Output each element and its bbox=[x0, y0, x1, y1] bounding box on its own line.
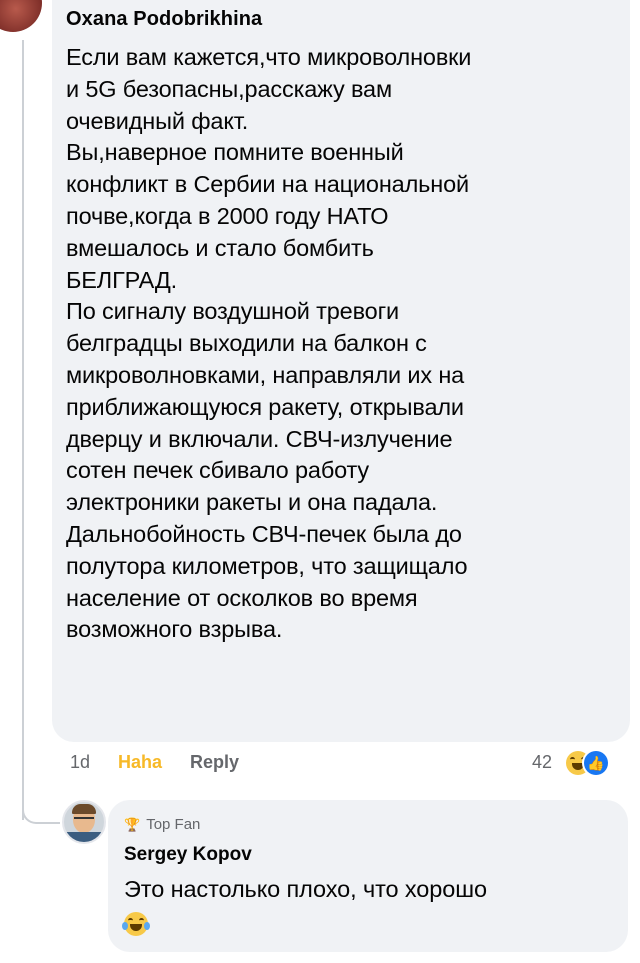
reply-avatar[interactable] bbox=[62, 800, 106, 844]
top-comment-actions: 1d Haha Reply bbox=[70, 752, 239, 773]
top-fan-label: Top Fan bbox=[146, 816, 201, 833]
reply-author[interactable]: Sergey Kopov bbox=[124, 844, 252, 866]
thread-line bbox=[22, 40, 24, 820]
top-comment-author[interactable]: Oxana Podobrikhina bbox=[66, 8, 262, 31]
laughing-tears-emoji-icon bbox=[122, 912, 150, 936]
trophy-icon: 🏆 bbox=[124, 816, 141, 832]
reply-text: Это настолько плохо, что хорошо bbox=[124, 876, 487, 902]
thread-elbow bbox=[22, 800, 60, 824]
comment-time[interactable]: 1d bbox=[70, 752, 90, 773]
top-comment-avatar[interactable] bbox=[0, 0, 42, 32]
top-comment-text: Если вам кажется,что микроволновки и 5G … bbox=[66, 44, 472, 643]
reaction-icons[interactable]: 👍 bbox=[566, 751, 622, 775]
reply-button[interactable]: Reply bbox=[190, 752, 239, 773]
like-icon: 👍 bbox=[584, 751, 608, 775]
reaction-haha-button[interactable]: Haha bbox=[118, 752, 162, 773]
top-fan-badge: 🏆 Top Fan bbox=[124, 816, 200, 833]
reaction-count[interactable]: 42 bbox=[532, 752, 552, 773]
